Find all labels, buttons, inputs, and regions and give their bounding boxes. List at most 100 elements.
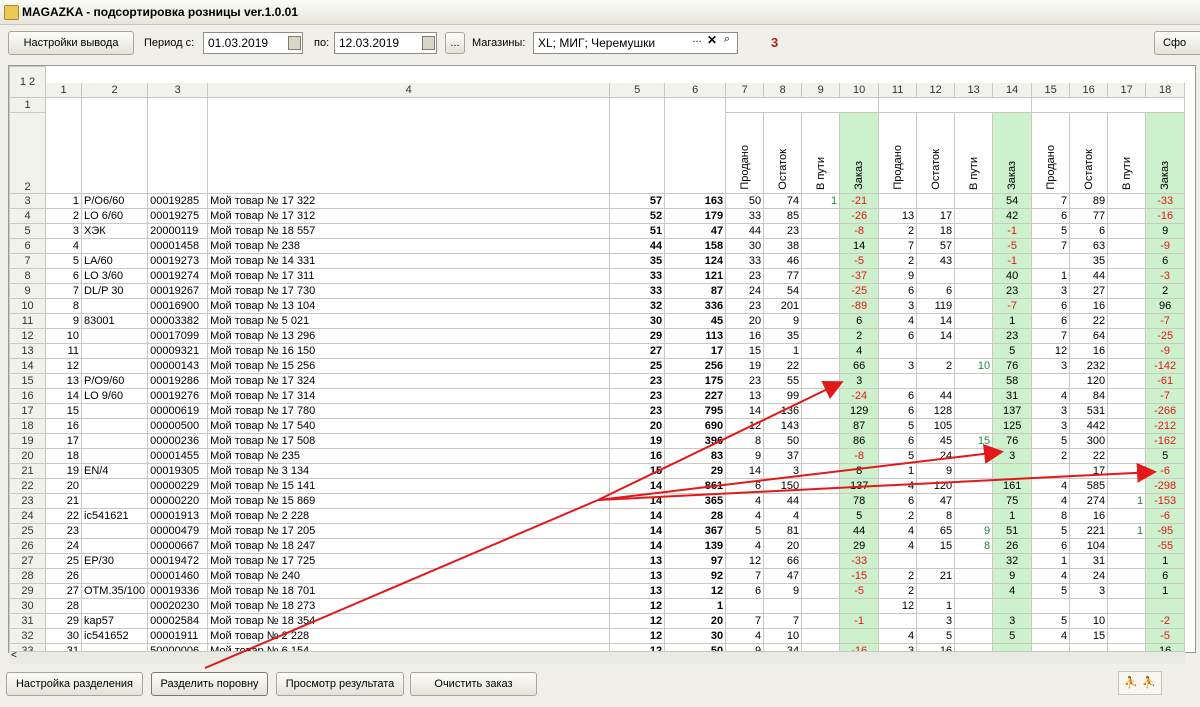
cell[interactable]: 20 <box>609 418 666 434</box>
cell[interactable]: 84 <box>1069 388 1109 404</box>
cell[interactable] <box>801 328 841 344</box>
cell[interactable]: 28 <box>664 508 727 524</box>
cell[interactable]: kap57 <box>80 613 149 629</box>
cell[interactable]: 161 <box>992 478 1033 494</box>
cell[interactable]: 10 <box>954 358 994 374</box>
cell[interactable]: -33 <box>1145 193 1186 209</box>
cell[interactable]: 51 <box>992 523 1033 539</box>
row-number[interactable]: 8 <box>9 268 46 284</box>
store-header[interactable] <box>1031 97 1186 113</box>
column-number[interactable]: 16 <box>1069 81 1109 98</box>
cell[interactable]: -9 <box>1145 343 1186 359</box>
cell[interactable] <box>954 583 994 599</box>
cell[interactable]: 16 <box>1069 508 1109 524</box>
cell[interactable] <box>954 253 994 269</box>
cell[interactable] <box>80 598 149 614</box>
cell[interactable]: 120 <box>1069 373 1109 389</box>
cell[interactable]: 365 <box>664 493 727 509</box>
cell[interactable]: 3 <box>878 298 918 314</box>
cell[interactable]: 33 <box>725 253 765 269</box>
cell[interactable] <box>801 553 841 569</box>
cell[interactable]: -25 <box>1145 328 1186 344</box>
cell[interactable]: 47 <box>916 493 956 509</box>
cell[interactable]: 23 <box>609 388 666 404</box>
cell[interactable]: 22 <box>45 508 82 524</box>
cell[interactable] <box>954 238 994 254</box>
column-number[interactable]: 9 <box>801 81 841 98</box>
cell[interactable] <box>954 493 994 509</box>
cell[interactable] <box>80 523 149 539</box>
sub-header[interactable]: Продано <box>878 112 918 194</box>
cell[interactable]: 16 <box>725 328 765 344</box>
cell[interactable] <box>801 253 841 269</box>
column-number[interactable]: 10 <box>839 81 880 98</box>
cell[interactable]: 7 <box>1031 193 1071 209</box>
cell[interactable]: 8 <box>725 433 765 449</box>
cell[interactable]: 795 <box>664 403 727 419</box>
cell[interactable]: 46 <box>763 253 803 269</box>
cell[interactable]: 5 <box>1031 223 1071 239</box>
cell[interactable]: 861 <box>664 478 727 494</box>
cell[interactable]: -153 <box>1145 493 1186 509</box>
cell[interactable]: 11 <box>45 343 82 359</box>
cell[interactable]: 54 <box>763 283 803 299</box>
cell[interactable]: 78 <box>839 493 880 509</box>
split-equal-button[interactable]: Разделить поровну <box>151 672 268 696</box>
cell[interactable]: -212 <box>1145 418 1186 434</box>
cell[interactable]: -298 <box>1145 478 1186 494</box>
cell[interactable] <box>1107 388 1147 404</box>
cell[interactable]: 12 <box>878 598 918 614</box>
cell[interactable]: 00001455 <box>147 448 209 464</box>
cell[interactable]: 4 <box>1031 628 1071 644</box>
cell[interactable]: 6 <box>878 328 918 344</box>
cell[interactable]: LA/60 <box>80 253 149 269</box>
cell[interactable]: 3 <box>839 373 880 389</box>
cell[interactable]: Мой товар № 15 141 <box>207 478 611 494</box>
cell[interactable]: 17 <box>916 208 956 224</box>
cell[interactable]: 13 <box>725 388 765 404</box>
cell[interactable]: 44 <box>839 523 880 539</box>
cell[interactable]: 44 <box>916 388 956 404</box>
cell[interactable] <box>954 193 994 209</box>
cell[interactable] <box>1107 313 1147 329</box>
cell[interactable] <box>725 598 765 614</box>
cell[interactable]: 121 <box>664 268 727 284</box>
cell[interactable]: 00020230 <box>147 598 209 614</box>
table-row[interactable]: 16 14 LO 9/60 00019276 Мой товар № 17 314 23 2… <box>9 388 1186 404</box>
cell[interactable] <box>954 628 994 644</box>
cell[interactable]: 1 <box>1031 268 1071 284</box>
cell[interactable]: 30 <box>725 238 765 254</box>
table-row[interactable]: 29 27 OTM.35/100 00019336 Мой товар № 18 701… <box>9 583 1186 599</box>
cell[interactable]: 13 <box>609 553 666 569</box>
cell[interactable]: 4 <box>763 508 803 524</box>
cell[interactable]: 00019286 <box>147 373 209 389</box>
cell[interactable] <box>1107 328 1147 344</box>
cell[interactable]: 9 <box>878 268 918 284</box>
row-number[interactable]: 10 <box>9 298 46 314</box>
cell[interactable] <box>1107 508 1147 524</box>
cell[interactable]: 4 <box>725 508 765 524</box>
cell[interactable] <box>1107 343 1147 359</box>
cell[interactable]: 50 <box>725 193 765 209</box>
cell[interactable]: 1 <box>1145 553 1186 569</box>
cell[interactable]: Мой товар № 18 247 <box>207 538 611 554</box>
cell[interactable] <box>80 433 149 449</box>
cell[interactable]: ic541652 <box>80 628 149 644</box>
cell[interactable]: 396 <box>664 433 727 449</box>
cell[interactable]: 83001 <box>80 313 149 329</box>
cell[interactable]: 00003382 <box>147 313 209 329</box>
cell[interactable]: 29 <box>609 328 666 344</box>
cell[interactable]: 5 <box>1031 433 1071 449</box>
cell[interactable]: 76 <box>992 358 1033 374</box>
table-row[interactable]: 9 7 DL/P 30 00019267 Мой товар № 17 730 33 87 2… <box>9 283 1186 299</box>
cell[interactable]: 3 <box>916 613 956 629</box>
cell[interactable]: 32 <box>609 298 666 314</box>
cell[interactable]: 23 <box>725 298 765 314</box>
cell[interactable]: 29 <box>664 463 727 479</box>
cell[interactable]: 85 <box>763 208 803 224</box>
cell[interactable] <box>80 448 149 464</box>
cell[interactable] <box>878 193 918 209</box>
column-number[interactable]: 2 <box>80 81 149 98</box>
cell[interactable] <box>801 283 841 299</box>
sub-header[interactable]: Остаток <box>763 112 803 194</box>
